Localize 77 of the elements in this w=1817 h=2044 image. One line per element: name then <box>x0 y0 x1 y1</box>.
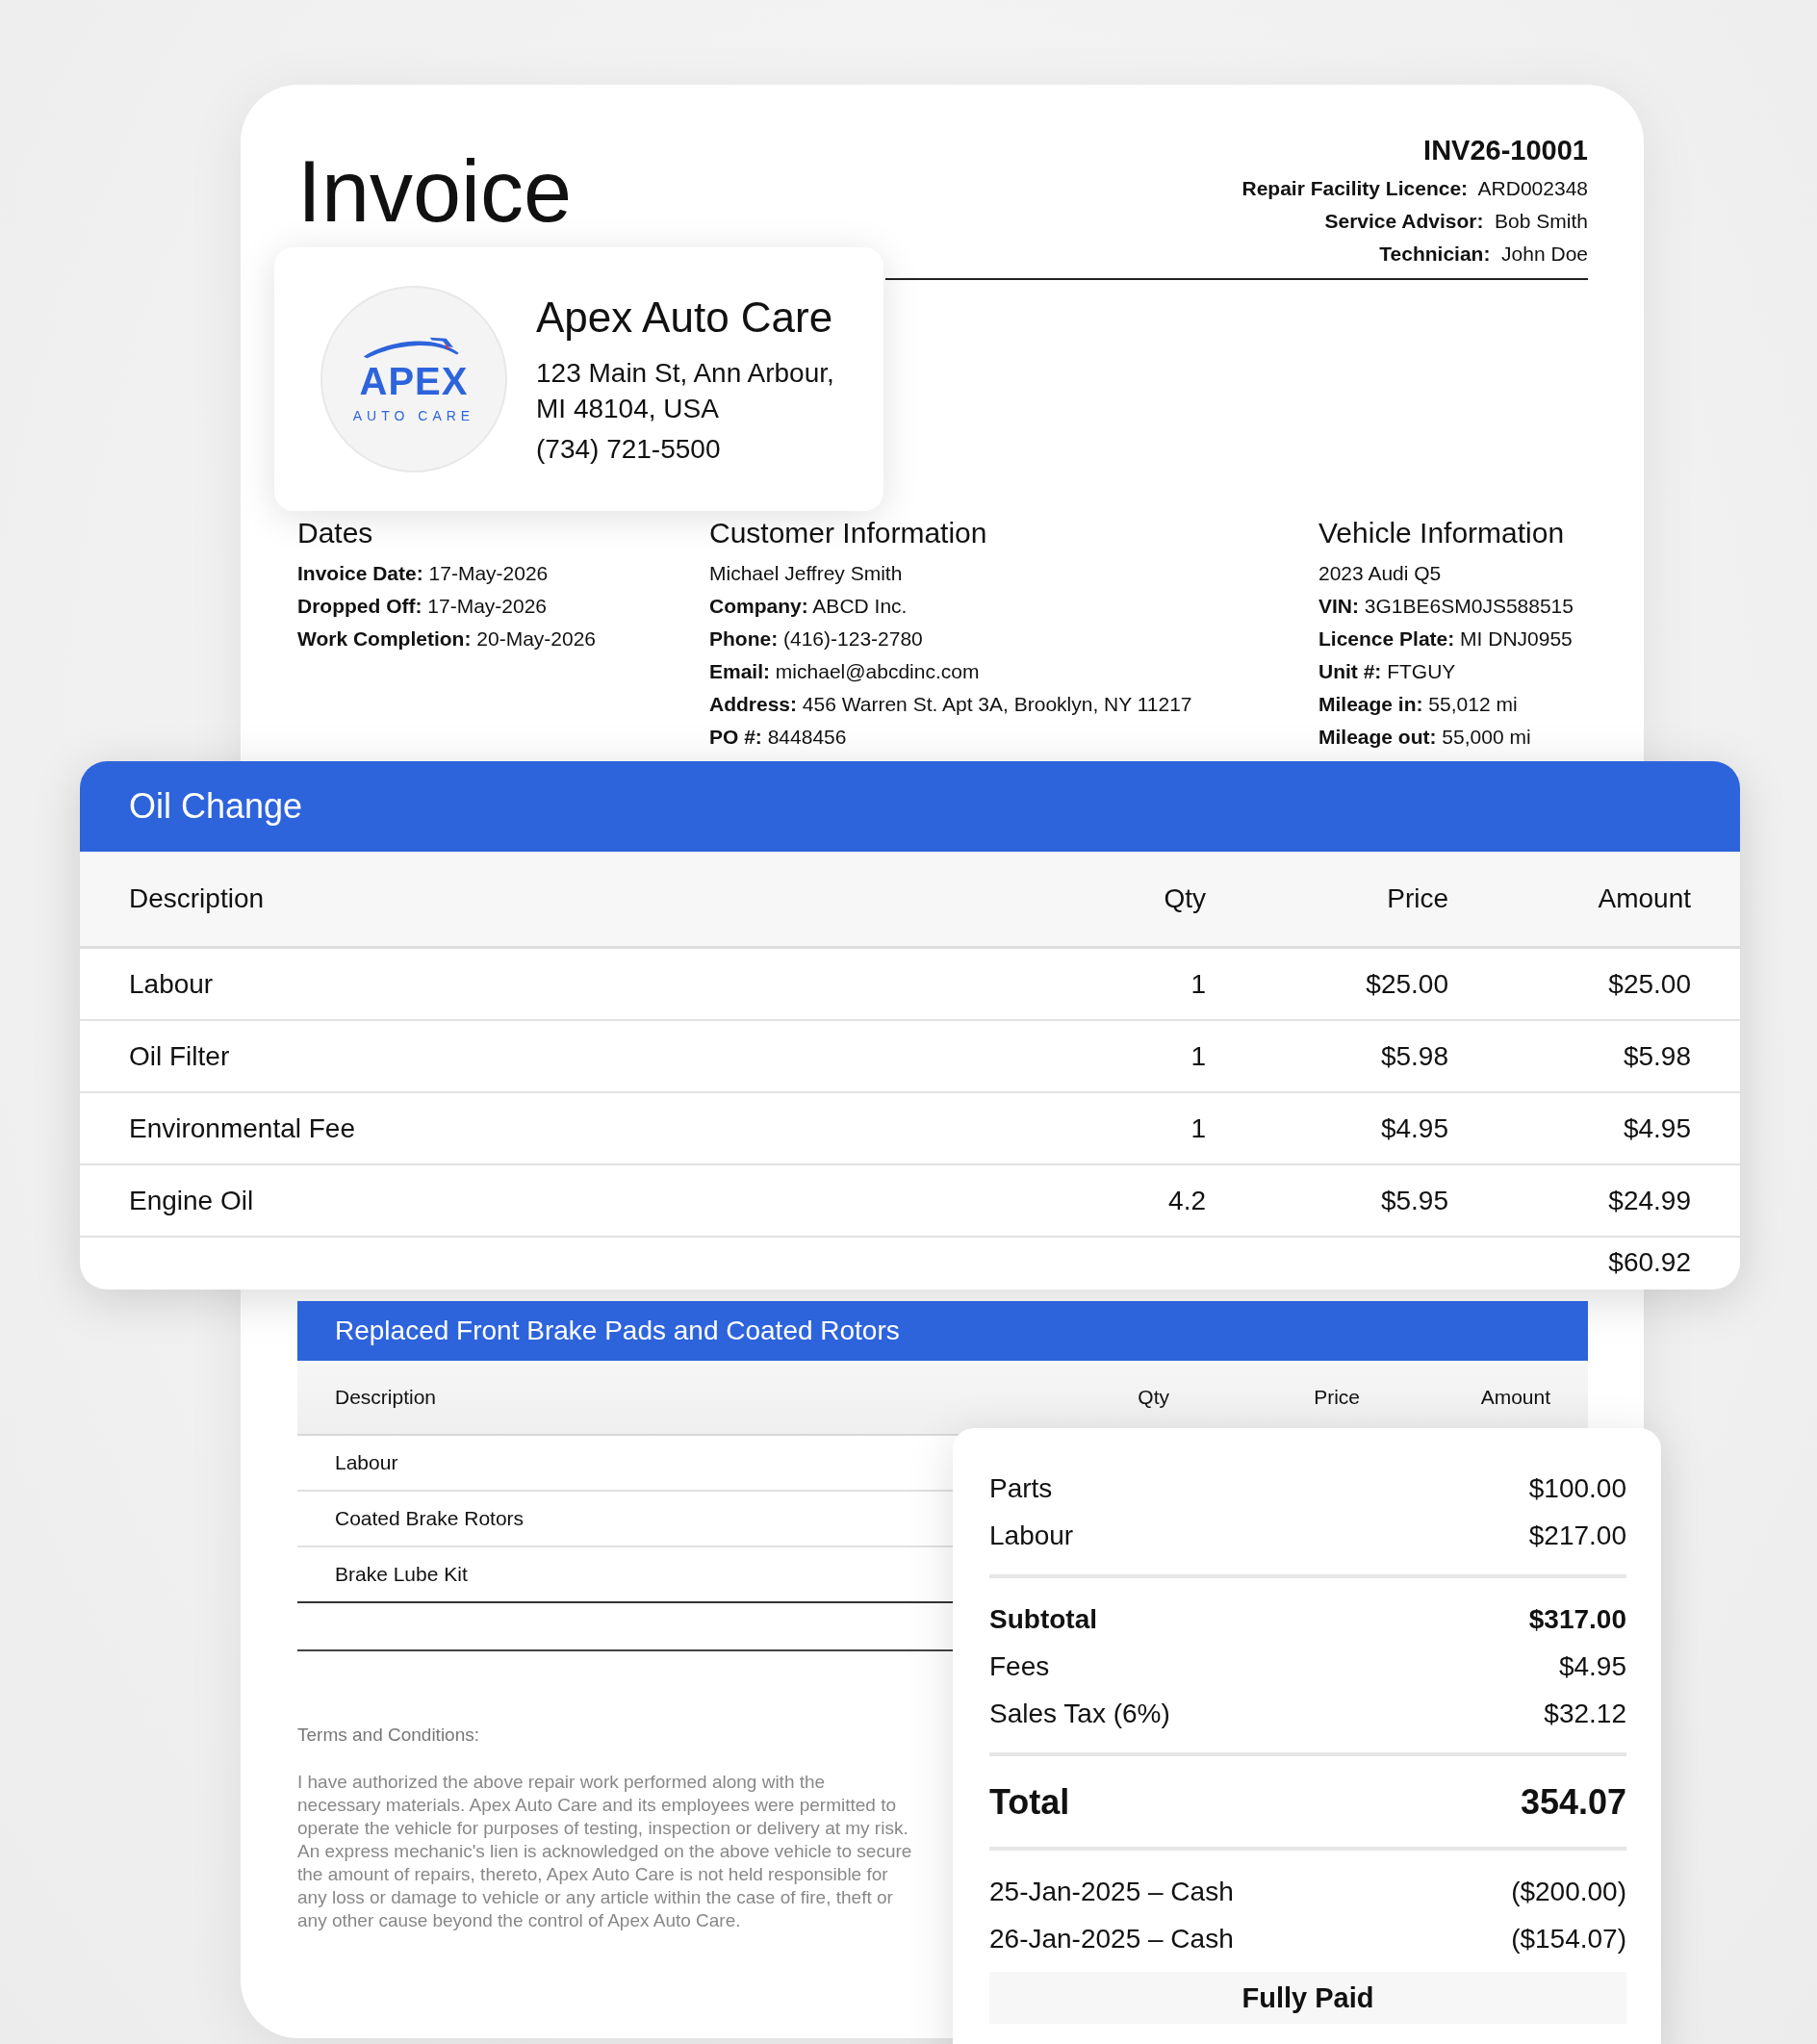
table-cell-text: 1 <box>1190 1040 1206 1072</box>
summary-value: $100.00 <box>1528 1472 1626 1505</box>
info-line: Michael Jeffrey Smith <box>709 561 904 586</box>
info-line: VIN: 3G1BE6SM0JS588515 <box>1318 594 1574 619</box>
column-header: Qty <box>1163 883 1206 914</box>
info-line: Mileage out: 55,000 mi <box>1318 725 1532 750</box>
info-line: Address: 456 Warren St. Apt 3A, Brooklyn, NY 11217 <box>709 692 1193 717</box>
table-cell-text: $25.00 <box>1607 968 1691 1000</box>
summary-label: Total <box>989 1781 1070 1824</box>
table-cell-text: Labour <box>129 968 215 1000</box>
shop-phone: (734) 721-5500 <box>536 434 722 465</box>
info-line: Dropped Off: 17-May-2026 <box>297 594 549 619</box>
table-cell-text: $25.00 <box>1365 968 1448 1000</box>
summary-label: Sales Tax (6%) <box>989 1698 1170 1730</box>
table-cell-text: Oil Filter <box>129 1040 231 1072</box>
column-header: Amount <box>1479 1386 1550 1409</box>
table-cell-text: $4.95 <box>1379 1112 1448 1144</box>
summary-value: ($200.00) <box>1511 1876 1626 1908</box>
column-header: Description <box>335 1386 438 1409</box>
summary-label: Labour <box>989 1520 1074 1552</box>
table-cell-text: 1 <box>1190 1112 1206 1144</box>
table-cell-text: $5.95 <box>1379 1185 1448 1216</box>
summary-label: 26-Jan-2025 – Cash <box>989 1923 1234 1955</box>
info-line: Invoice Date: 17-May-2026 <box>297 561 550 586</box>
info-line: Unit #: FTGUY <box>1318 659 1457 684</box>
table-cell-text: $4.95 <box>1622 1112 1691 1144</box>
info-line: PO #: 8448456 <box>709 725 848 750</box>
summary-label: 25-Jan-2025 – Cash <box>989 1876 1234 1908</box>
summary-value: $32.12 <box>1544 1698 1626 1730</box>
summary-value: $217.00 <box>1528 1520 1626 1552</box>
shop-name: Apex Auto Care <box>536 294 834 342</box>
meta-line: Repair Facility Licence: ARD002348 <box>1241 176 1588 201</box>
column-header: Price <box>1386 883 1448 914</box>
summary-value: $317.00 <box>1528 1603 1626 1636</box>
info-line: Mileage in: 55,012 mi <box>1318 692 1519 717</box>
terms-heading: Terms and Conditions: <box>297 1725 481 1746</box>
meta-line: Service Advisor: Bob Smith <box>1323 209 1588 234</box>
summary-label: Subtotal <box>989 1603 1097 1636</box>
meta-line: Technician: John Doe <box>1378 242 1588 267</box>
summary-label: Fees <box>989 1650 1050 1683</box>
job-total: $60.92 <box>1608 1247 1691 1277</box>
shop-address: 123 Main St, Ann Arbour, MI 48104, USA <box>536 357 834 425</box>
logo-wordmark: APEX <box>359 362 469 400</box>
terms-text: I have authorized the above repair work performed along with the necessary materials. Apex Auto Care and its employees were permitted to operate the vehicle for purposes of testing, inspection or delivery at my risk. An express mechanic's lien is acknowledged on the above vehicle to secure the amount of repairs, thereto, Apex Auto Care is not held responsible for any loss or damage to vehicle or any article within the case of fire, theft or any other cause beyond the control of Apex Auto Care. <box>297 1771 913 1932</box>
table-cell-text: 4.2 <box>1167 1185 1206 1216</box>
summary-value: 354.07 <box>1520 1781 1626 1824</box>
info-line: Work Completion: 20-May-2026 <box>297 626 598 652</box>
table-cell-text: $5.98 <box>1622 1040 1691 1072</box>
job-title: Oil Change <box>80 761 1740 852</box>
column-header: Price <box>1313 1386 1360 1409</box>
payment-status: Fully Paid <box>989 1972 1626 2024</box>
info-line: Company: ABCD Inc. <box>709 594 908 619</box>
table-cell-text: Environmental Fee <box>129 1112 356 1144</box>
column-header: Description <box>129 883 266 914</box>
info-line: 2023 Audi Q5 <box>1318 561 1443 586</box>
column-header: Qty <box>1137 1386 1169 1409</box>
table-cell-text: 1 <box>1190 968 1206 1000</box>
job-title: Replaced Front Brake Pads and Coated Rotors <box>297 1301 1588 1361</box>
invoice-number: INV26-10001 <box>1422 135 1588 166</box>
table-cell-text: $24.99 <box>1607 1185 1691 1216</box>
section-heading: Dates <box>297 517 374 549</box>
table-cell-text: Brake Lube Kit <box>335 1563 469 1586</box>
section-heading: Vehicle Information <box>1318 517 1566 549</box>
summary-value: ($154.07) <box>1511 1923 1626 1955</box>
invoice-title: Invoice <box>297 148 573 235</box>
section-heading: Customer Information <box>709 517 988 549</box>
info-line: Phone: (416)-123-2780 <box>709 626 924 652</box>
column-header: Amount <box>1597 883 1691 914</box>
summary-value: $4.95 <box>1558 1650 1626 1683</box>
table-cell-text: Labour <box>335 1451 399 1474</box>
info-line: Email: michael@abcdinc.com <box>709 659 981 684</box>
summary-label: Parts <box>989 1472 1053 1505</box>
info-line: Licence Plate: MI DNJ0955 <box>1318 626 1574 652</box>
table-cell-text: Engine Oil <box>129 1185 255 1216</box>
table-cell-text: Coated Brake Rotors <box>335 1507 525 1530</box>
logo-tagline: AUTO CARE <box>352 408 475 423</box>
table-cell-text: $5.98 <box>1379 1040 1448 1072</box>
